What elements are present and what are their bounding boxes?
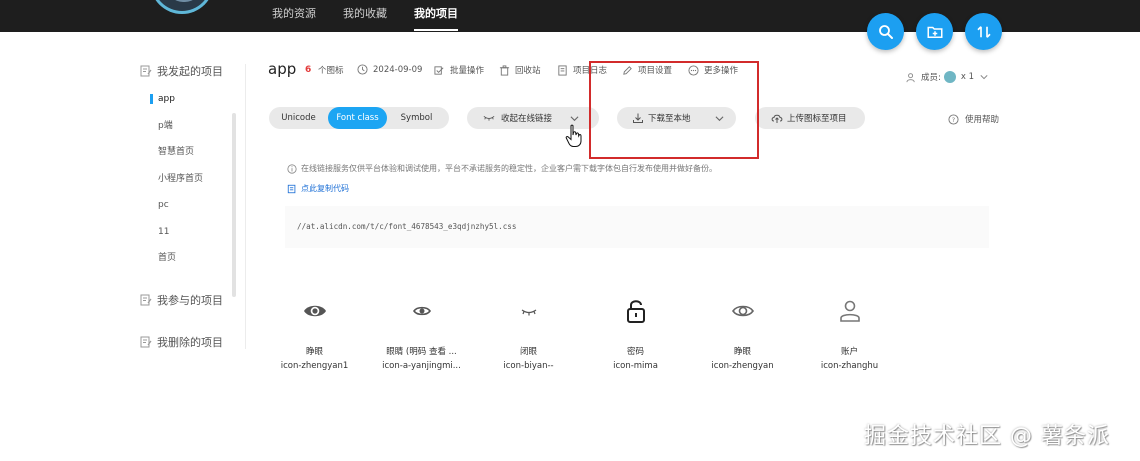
top-nav: 我的资源 我的收藏 我的项目: [272, 0, 485, 32]
edit-list-icon: [140, 336, 152, 347]
eye-closed-icon: [483, 115, 495, 121]
chevron-down-icon: [980, 75, 988, 80]
sidebar-group-label: 我参与的项目: [157, 293, 223, 307]
icon-card[interactable]: 闭眼 icon-biyan--: [475, 294, 582, 371]
batch-operation-button[interactable]: 批量操作: [434, 64, 484, 76]
log-icon: [558, 64, 567, 76]
copy-icon: [287, 184, 296, 193]
eye-icon: [412, 306, 431, 316]
folder-plus-icon: [927, 26, 942, 38]
trash-icon: [499, 64, 510, 76]
highlight-box: [589, 61, 759, 159]
icon-name: 密码: [626, 347, 644, 357]
icon-card[interactable]: 眼睛 (明码 查看 ... icon-a-yanjingmi...: [368, 294, 475, 371]
search-icon: [878, 24, 893, 39]
sidebar-item-app[interactable]: app: [140, 91, 240, 118]
tab-unicode[interactable]: Unicode: [269, 107, 328, 129]
icon-card[interactable]: 睁眼 icon-zhengyan: [689, 294, 796, 371]
members-icon: [906, 72, 915, 82]
icon-count-suffix: 个图标: [318, 66, 344, 76]
sidebar-divider: [245, 64, 246, 349]
members-label: 成员:: [921, 73, 941, 83]
sidebar-item-home[interactable]: 首页: [140, 250, 240, 277]
nav-my-projects[interactable]: 我的项目: [414, 0, 458, 32]
edit-list-icon: [140, 65, 152, 77]
info-icon: [287, 163, 297, 174]
icon-grid: 睁眼 icon-zhengyan1 眼睛 (明码 查看 ... icon-a-y…: [261, 294, 903, 371]
chevron-down-icon: [570, 115, 579, 121]
project-date: 2024-09-09: [357, 64, 422, 75]
members-dropdown[interactable]: 成员: x 1: [906, 71, 992, 83]
sidebar-item-pc[interactable]: pc: [140, 197, 240, 224]
sidebar-item-11[interactable]: 11: [140, 224, 240, 251]
sidebar-item-mini-program[interactable]: 小程序首页: [140, 171, 240, 198]
sidebar: 我发起的项目 app p端 智慧首页 小程序首页 pc 11 首页 我参与的项目…: [140, 62, 240, 351]
icon-name: 眼睛 (明码 查看 ...: [386, 347, 457, 357]
clock-icon: [357, 64, 368, 75]
sidebar-group-started[interactable]: 我发起的项目: [140, 62, 240, 80]
sidebar-group-label: 我发起的项目: [157, 65, 223, 78]
css-link-text[interactable]: //at.alicdn.com/t/c/font_4678543_e3qdjnz…: [297, 222, 516, 231]
online-link-notice: 在线链接服务仅供平台体验和调试使用，平台不承诺服务的稳定性，企业客户需下载字体包…: [287, 163, 717, 174]
tab-symbol[interactable]: Symbol: [387, 107, 446, 129]
svg-text:?: ?: [952, 115, 955, 123]
hand-cursor-icon: [565, 124, 582, 147]
icon-card[interactable]: 睁眼 icon-zhengyan1: [261, 294, 368, 371]
upload-label: 上传图标至项目: [787, 114, 847, 124]
lock-icon: [626, 300, 645, 323]
watermark: 掘金技术社区 @ 薯条派: [864, 424, 1110, 449]
sort-button[interactable]: [965, 13, 1002, 50]
upload-to-project-button[interactable]: 上传图标至项目: [755, 107, 865, 129]
search-button[interactable]: [867, 13, 904, 50]
help-icon: ?: [948, 113, 959, 125]
sidebar-group-label: 我删除的项目: [157, 335, 223, 349]
add-folder-button[interactable]: [916, 13, 953, 50]
collapse-link-label: 收起在线链接: [501, 114, 553, 124]
member-avatar: [943, 71, 956, 83]
copy-code-link[interactable]: 点此复制代码: [287, 183, 349, 194]
cloud-upload-icon: [771, 114, 783, 123]
sidebar-project-list: app p端 智慧首页 小程序首页 pc 11 首页: [140, 91, 240, 297]
sidebar-scrollbar[interactable]: [232, 113, 236, 297]
user-icon: [839, 300, 860, 322]
sidebar-item-p[interactable]: p端: [140, 118, 240, 145]
nav-my-resources[interactable]: 我的资源: [272, 0, 316, 32]
recycle-bin-button[interactable]: 回收站: [499, 64, 541, 76]
eye-outline-icon: [731, 305, 754, 317]
icon-code: icon-a-yanjingmi...: [382, 361, 461, 371]
eye-open-icon: [303, 305, 326, 317]
sidebar-item-smart-home[interactable]: 智慧首页: [140, 144, 240, 171]
sidebar-group-joined[interactable]: 我参与的项目: [140, 291, 240, 309]
sort-icon: [976, 25, 991, 38]
icon-name: 账户: [840, 347, 858, 357]
eye-closed-icon: [521, 309, 536, 316]
icon-count: 6: [305, 65, 312, 75]
edit-list-icon: [140, 294, 152, 305]
icon-code: icon-biyan--: [503, 361, 554, 371]
icon-name: 睁眼: [305, 347, 323, 357]
tab-font-class[interactable]: Font class: [328, 107, 387, 129]
icon-code: icon-zhanghu: [820, 361, 879, 371]
icon-card[interactable]: 账户 icon-zhanghu: [796, 294, 903, 371]
icon-code: icon-zhengyan1: [280, 361, 349, 371]
nav-my-favorites[interactable]: 我的收藏: [343, 0, 387, 32]
sidebar-group-deleted[interactable]: 我删除的项目: [140, 333, 240, 351]
icon-card[interactable]: 密码 icon-mima: [582, 294, 689, 371]
icon-name: 闭眼: [519, 347, 537, 357]
icon-code: icon-mima: [613, 361, 658, 371]
help-link[interactable]: ? 使用帮助: [948, 113, 999, 125]
user-avatar[interactable]: [150, 0, 214, 14]
members-count: x 1: [960, 72, 975, 82]
project-title: app: [268, 60, 297, 78]
batch-icon: [434, 65, 444, 75]
font-mode-switch: Unicode Font class Symbol: [269, 107, 449, 129]
css-link-code-box[interactable]: //at.alicdn.com/t/c/font_4678543_e3qdjnz…: [285, 206, 989, 248]
icon-code: icon-zhengyan: [711, 361, 774, 371]
icon-name: 睁眼: [733, 347, 751, 357]
